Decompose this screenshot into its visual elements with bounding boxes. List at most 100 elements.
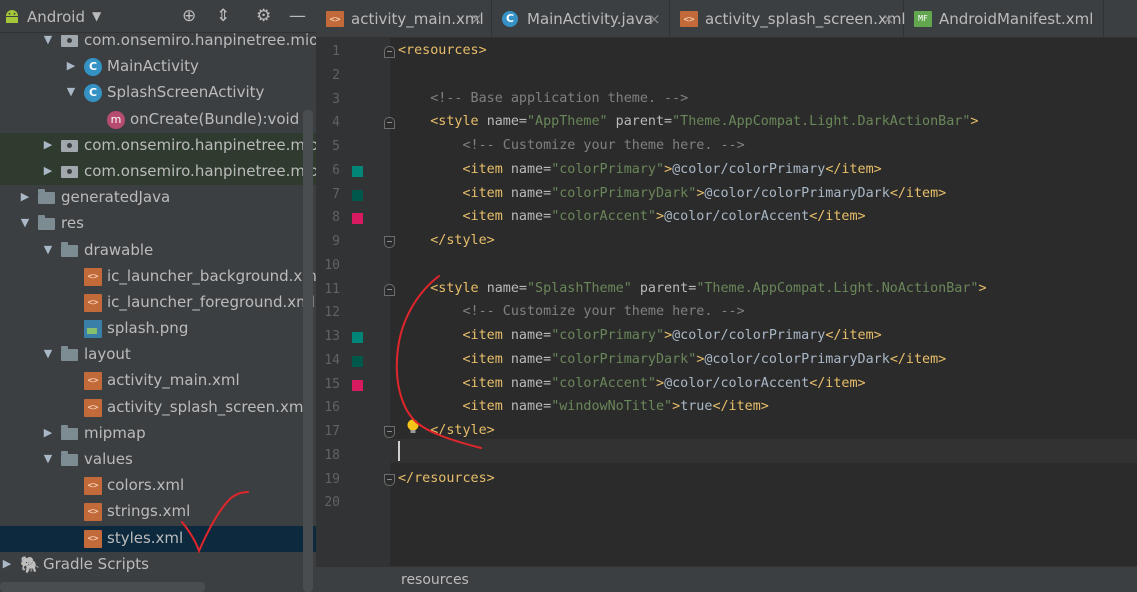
tree-item[interactable]: <> activity_splash_screen.xml <box>0 395 316 421</box>
chevron-down-icon[interactable]: ▼ <box>41 243 55 256</box>
code-line[interactable]: <item name="colorPrimaryDark">@color/col… <box>398 186 947 201</box>
xml-icon: <> <box>84 293 102 312</box>
fold-marker-icon[interactable] <box>384 117 395 130</box>
lightbulb-icon[interactable] <box>406 419 420 435</box>
xml-icon: <> <box>680 11 698 27</box>
code-line[interactable]: <item name="colorPrimary">@color/colorPr… <box>398 328 882 343</box>
tree-item[interactable]: <> colors.xml <box>0 473 316 499</box>
project-view-selector[interactable]: Android <box>27 8 85 26</box>
color-swatch-icon[interactable] <box>352 165 363 177</box>
code-token: name= <box>486 114 527 130</box>
tree-item[interactable]: ▼ drawable <box>0 238 316 264</box>
chevron-down-icon[interactable]: ▼ <box>92 9 101 23</box>
tree-item[interactable]: <> styles.xml <box>0 525 316 552</box>
close-icon[interactable]: × <box>470 10 483 28</box>
tree-item-text: values <box>84 450 133 468</box>
fold-marker-icon[interactable] <box>384 46 395 58</box>
tree-item[interactable]: splash.png <box>0 316 316 342</box>
chevron-right-icon[interactable]: ▶ <box>18 190 32 203</box>
collapse-icon[interactable]: ⇕ <box>216 6 230 26</box>
code-line[interactable]: <!-- Customize your theme here. --> <box>398 304 745 319</box>
close-icon[interactable]: × <box>648 10 661 28</box>
chevron-down-icon[interactable]: ▼ <box>64 85 78 98</box>
code-line[interactable]: </resources> <box>398 471 495 486</box>
tree-item[interactable]: <> activity_main.xml <box>0 368 316 394</box>
tree-item[interactable]: ▶ C MainActivity <box>0 54 316 80</box>
code-line[interactable]: <style name="AppTheme" parent="Theme.App… <box>398 114 978 129</box>
tree-item[interactable]: ▶ generatedJava <box>0 185 316 211</box>
chevron-right-icon[interactable]: ▶ <box>64 59 78 72</box>
code-token: @color/colorAccent <box>664 375 810 391</box>
editor-tab[interactable]: <> activity_main.xml × <box>316 0 492 37</box>
color-swatch-icon[interactable] <box>352 332 363 343</box>
code-line[interactable]: <item name="colorPrimaryDark">@color/col… <box>398 352 947 367</box>
fold-marker-icon[interactable] <box>384 283 395 296</box>
chevron-down-icon[interactable]: ▼ <box>41 452 55 465</box>
vertical-scrollbar[interactable] <box>303 110 313 592</box>
tree-item[interactable]: <> strings.xml <box>0 499 316 525</box>
code-line[interactable]: <!-- Base application theme. --> <box>398 91 688 106</box>
code-line[interactable]: <item name="colorAccent">@color/colorAcc… <box>398 209 866 224</box>
tree-item[interactable]: ▶ mipmap <box>0 421 316 447</box>
editor-tab[interactable]: MF AndroidManifest.xml <box>904 0 1104 37</box>
color-swatch-icon[interactable] <box>352 189 363 201</box>
chevron-right-icon[interactable]: ▶ <box>41 426 55 439</box>
editor-tab-overflow[interactable] <box>1104 0 1137 37</box>
minimize-icon[interactable]: — <box>289 6 306 26</box>
folder-icon <box>61 424 78 440</box>
code-line[interactable]: </style> <box>398 233 495 248</box>
tree-item[interactable]: ▼ res <box>0 211 316 237</box>
breadcrumb-item[interactable]: resources <box>401 572 469 588</box>
tree-item-label: splash.png <box>107 319 188 337</box>
chevron-right-icon[interactable]: ▶ <box>41 138 55 151</box>
code-line[interactable]: <item name="windowNoTitle">true</item> <box>398 399 769 414</box>
line-number: 11 <box>324 281 340 297</box>
tree-item-label: activity_main.xml <box>107 371 240 389</box>
fold-marker-icon[interactable] <box>384 426 395 438</box>
tree-item[interactable]: ▼ layout <box>0 342 316 368</box>
tree-item[interactable]: ▶ com.onsemiro.hanpinetree.mionat <box>0 158 316 186</box>
editor-tab[interactable]: C MainActivity.java × <box>492 0 670 37</box>
horizontal-scrollbar[interactable] <box>0 582 205 592</box>
line-number: 4 <box>332 115 340 131</box>
tree-item[interactable]: ▶ 🐘 Gradle Scripts <box>0 552 316 578</box>
fold-marker-icon[interactable] <box>384 236 395 248</box>
fold-marker-icon[interactable] <box>384 473 395 486</box>
chevron-down-icon[interactable]: ▼ <box>18 216 32 229</box>
code-line[interactable]: <item name="colorAccent">@color/colorAcc… <box>398 376 866 391</box>
line-number: 20 <box>324 495 340 511</box>
tree-item[interactable]: <> ic_launcher_background.xml <box>0 264 316 290</box>
tree-item[interactable]: ▼ values <box>0 447 316 473</box>
crosshair-icon[interactable]: ⊕ <box>182 6 196 26</box>
chevron-right-icon[interactable]: ▶ <box>41 164 55 177</box>
tree-item[interactable]: m onCreate(Bundle):void <box>0 107 316 133</box>
chevron-down-icon[interactable]: ▼ <box>41 33 55 46</box>
method-icon: m <box>107 110 125 129</box>
chevron-right-icon[interactable]: ▶ <box>0 557 14 570</box>
code-editor[interactable]: 1 2 3 4 5 6 7 8 9 10 11 12 13 14 15 16 17 18 19 20 <resourc… <box>316 38 1137 566</box>
tree-item[interactable]: ▼ C SplashScreenActivity <box>0 80 316 106</box>
tree-item[interactable]: ▶ com.onsemiro.hanpinetree.mionat <box>0 132 316 159</box>
tree-item-text: generatedJava <box>61 188 171 207</box>
line-number: 2 <box>332 67 340 83</box>
code-line[interactable]: <resources> <box>398 43 487 58</box>
color-swatch-icon[interactable] <box>352 355 363 367</box>
color-swatch-icon[interactable] <box>352 213 363 225</box>
image-icon <box>84 320 102 339</box>
editor-tab[interactable]: <> activity_splash_screen.xml × <box>670 0 906 37</box>
tree-item[interactable]: <> ic_launcher_foreground.xml (v2 <box>0 290 316 316</box>
code-line[interactable]: <style name="SplashTheme" parent="Theme.… <box>398 281 986 296</box>
code-line[interactable]: <!-- Customize your theme here. --> <box>398 138 745 153</box>
code-line[interactable]: <item name="colorPrimary">@color/colorPr… <box>398 162 882 177</box>
color-swatch-icon[interactable] <box>352 379 363 391</box>
gear-icon[interactable]: ⚙ <box>256 6 271 26</box>
code-token: </item> <box>825 328 882 343</box>
code-token: <item <box>462 209 511 225</box>
current-line-highlight <box>390 439 1137 463</box>
code-token: </item> <box>809 209 866 225</box>
chevron-down-icon[interactable]: ▼ <box>41 347 55 360</box>
tree-item-label: generatedJava <box>61 188 170 206</box>
close-icon[interactable]: × <box>882 10 895 28</box>
tree-item[interactable]: ▼ com.onsemiro.hanpinetree.mionat <box>0 28 316 54</box>
